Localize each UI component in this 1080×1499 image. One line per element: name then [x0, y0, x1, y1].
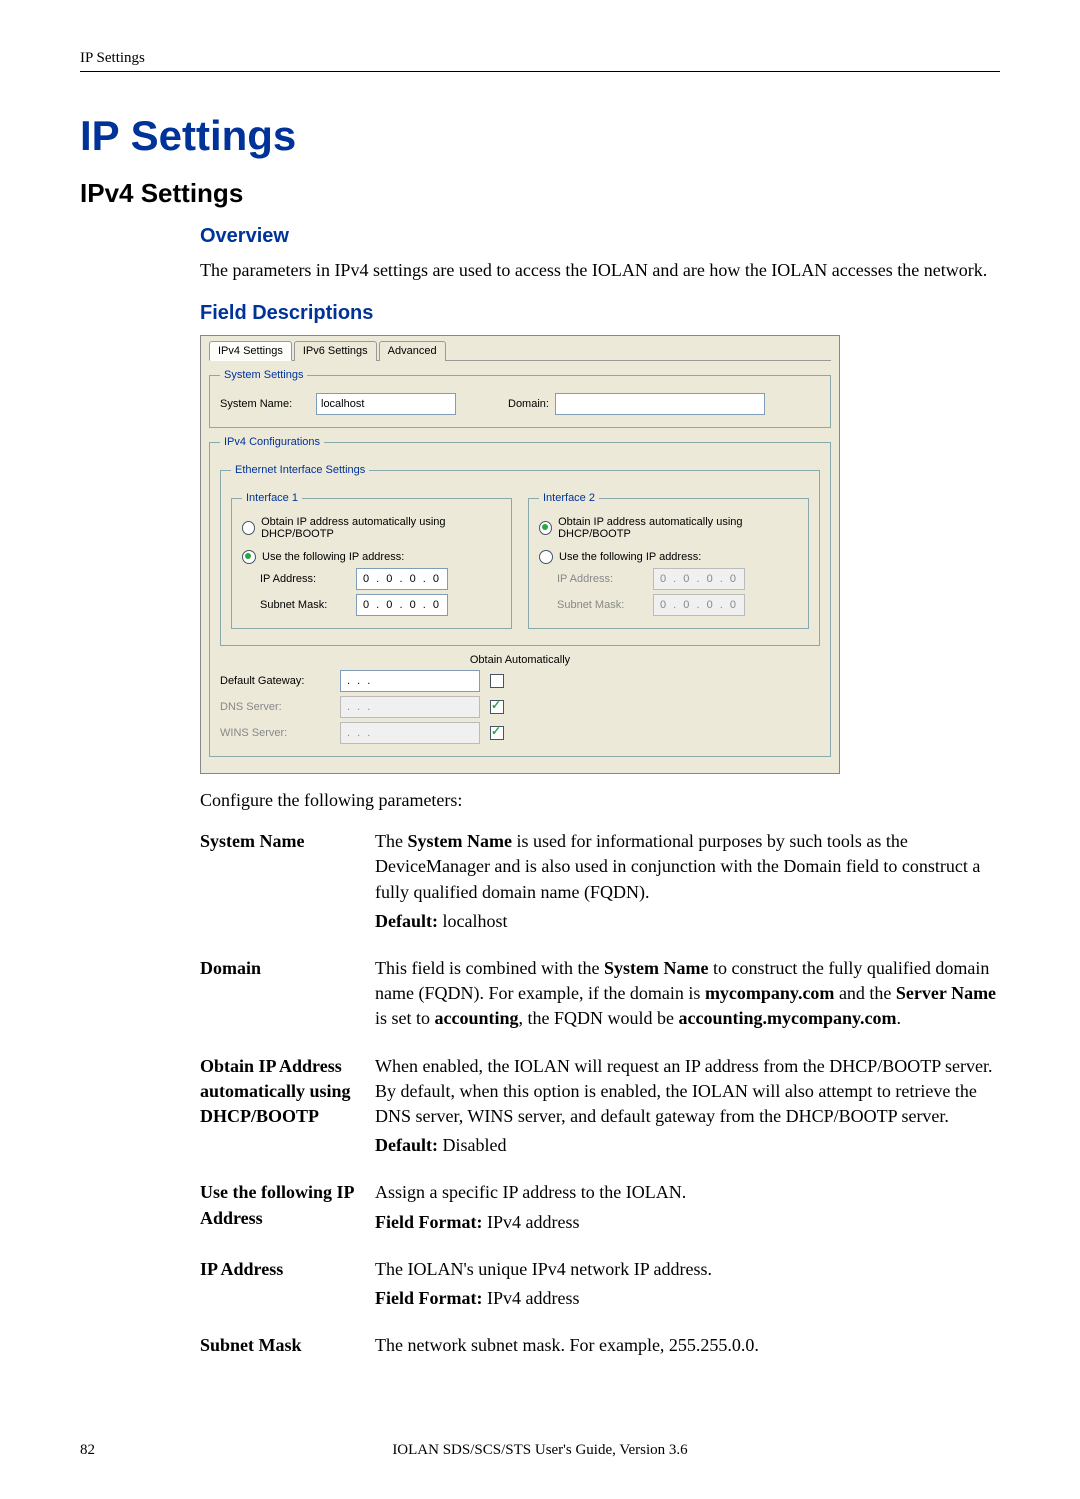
param-table: System Name The System Name is used for … [200, 829, 1000, 1362]
wins-label: WINS Server: [220, 727, 330, 739]
tab-bar: IPv4 Settings IPv6 Settings Advanced [209, 340, 831, 361]
iface2-obtain-radio[interactable] [539, 521, 552, 535]
dns-auto-check[interactable] [490, 700, 504, 714]
eth-settings-legend: Ethernet Interface Settings [231, 464, 369, 476]
gateway-auto-check[interactable] [490, 674, 504, 688]
param-domain: Domain This field is combined with the S… [200, 956, 1000, 1036]
tab-ipv6[interactable]: IPv6 Settings [294, 341, 377, 361]
system-settings-group: System Settings System Name: localhost D… [209, 369, 831, 428]
param-subnet: Subnet Mask The network subnet mask. For… [200, 1333, 1000, 1362]
section-heading: IPv4 Settings [80, 178, 1000, 209]
ipv4-config-group: IPv4 Configurations Ethernet Interface S… [209, 436, 831, 757]
iface2-mask-input: 0 . 0 . 0 . 0 [653, 594, 745, 616]
obtain-auto-header: Obtain Automatically [220, 654, 820, 666]
page-title: IP Settings [80, 112, 1000, 160]
running-header: IP Settings [80, 50, 1000, 67]
domain-input[interactable] [555, 393, 765, 415]
iface1-mask-label: Subnet Mask: [260, 599, 350, 611]
domain-label: Domain: [508, 398, 549, 410]
gateway-input[interactable]: . . . [340, 670, 480, 692]
dns-label: DNS Server: [220, 701, 330, 713]
iface1-mask-input[interactable]: 0 . 0 . 0 . 0 [356, 594, 448, 616]
dns-input: . . . [340, 696, 480, 718]
iface2-use-label: Use the following IP address: [559, 551, 701, 563]
iface1-ip-input[interactable]: 0 . 0 . 0 . 0 [356, 568, 448, 590]
system-settings-legend: System Settings [220, 369, 307, 381]
param-usefollowing: Use the following IP Address Assign a sp… [200, 1180, 1000, 1238]
param-obtain: Obtain IP Address automatically using DH… [200, 1054, 1000, 1163]
system-name-input[interactable]: localhost [316, 393, 456, 415]
interface1-group: Interface 1 Obtain IP address automatica… [231, 492, 512, 629]
eth-settings-group: Ethernet Interface Settings Interface 1 … [220, 464, 820, 646]
overview-text: The parameters in IPv4 settings are used… [200, 258, 1000, 282]
interface2-group: Interface 2 Obtain IP address automatica… [528, 492, 809, 629]
iface1-ip-label: IP Address: [260, 573, 350, 585]
page-footer: 82 IOLAN SDS/SCS/STS User's Guide, Versi… [80, 1442, 1000, 1459]
tab-advanced[interactable]: Advanced [379, 341, 446, 361]
configure-text: Configure the following parameters: [200, 790, 1000, 811]
iface2-ip-input: 0 . 0 . 0 . 0 [653, 568, 745, 590]
overview-heading: Overview [200, 225, 1000, 248]
header-rule [80, 71, 1000, 72]
iface2-mask-label: Subnet Mask: [557, 599, 647, 611]
footer-title: IOLAN SDS/SCS/STS User's Guide, Version … [200, 1442, 880, 1459]
settings-dialog: IPv4 Settings IPv6 Settings Advanced Sys… [200, 335, 840, 774]
wins-input: . . . [340, 722, 480, 744]
ipv4-config-legend: IPv4 Configurations [220, 436, 324, 448]
gateway-label: Default Gateway: [220, 675, 330, 687]
param-ipaddress: IP Address The IOLAN's unique IPv4 netwo… [200, 1257, 1000, 1315]
field-desc-heading: Field Descriptions [200, 302, 1000, 325]
iface1-use-label: Use the following IP address: [262, 551, 404, 563]
iface2-obtain-label: Obtain IP address automatically using DH… [558, 516, 798, 540]
iface2-use-radio[interactable] [539, 550, 553, 564]
iface2-ip-label: IP Address: [557, 573, 647, 585]
wins-auto-check[interactable] [490, 726, 504, 740]
param-system-name: System Name The System Name is used for … [200, 829, 1000, 938]
page-number: 82 [80, 1442, 200, 1459]
iface1-obtain-label: Obtain IP address automatically using DH… [261, 516, 501, 540]
interface2-legend: Interface 2 [539, 492, 599, 504]
iface1-use-radio[interactable] [242, 550, 256, 564]
tab-ipv4[interactable]: IPv4 Settings [209, 341, 292, 361]
interface1-legend: Interface 1 [242, 492, 302, 504]
system-name-label: System Name: [220, 398, 310, 410]
iface1-obtain-radio[interactable] [242, 521, 255, 535]
